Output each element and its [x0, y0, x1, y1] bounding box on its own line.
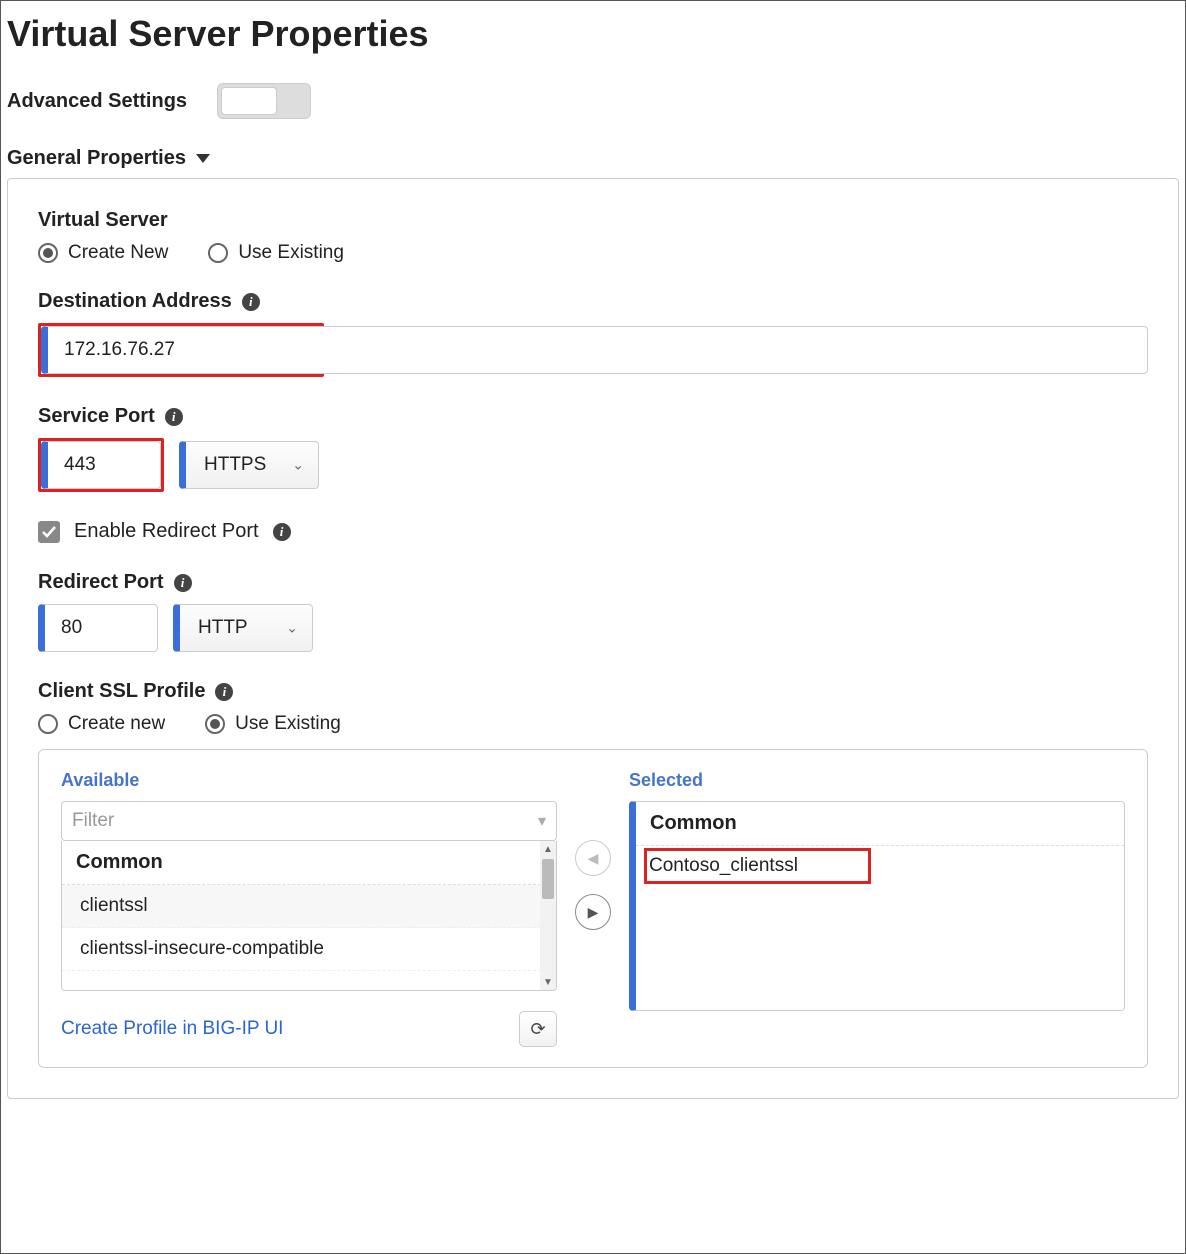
vs-use-existing-radio[interactable]: Use Existing [208, 242, 344, 264]
ssl-create-label: Create new [68, 713, 165, 735]
enable-redirect-port-label: Enable Redirect Port [74, 520, 259, 543]
list-item[interactable]: clientssl [62, 885, 556, 928]
destination-address-input-ext[interactable] [321, 326, 1148, 374]
selected-group-header: Common [636, 802, 1124, 846]
filter-icon: ▾ [538, 811, 546, 831]
scroll-down-icon[interactable]: ▼ [540, 974, 556, 990]
info-icon[interactable]: i [165, 408, 183, 426]
selected-title: Selected [629, 770, 1125, 791]
redirect-port-label: Redirect Port [38, 571, 164, 594]
destination-address-value: 172.16.76.27 [64, 339, 175, 361]
available-list[interactable]: Common clientssl clientssl-insecure-comp… [61, 841, 557, 991]
enable-redirect-port-checkbox[interactable] [38, 521, 60, 543]
vs-label-text: Virtual Server [38, 209, 168, 232]
service-port-protocol-select[interactable]: HTTPS ⌄ [179, 441, 319, 489]
chevron-down-icon [196, 154, 210, 163]
chevron-down-icon: ⌄ [292, 457, 304, 474]
radio-icon [38, 714, 58, 734]
check-icon [41, 524, 57, 540]
ssl-existing-label: Use Existing [235, 713, 341, 735]
redirect-port-value: 80 [61, 617, 82, 639]
scroll-thumb[interactable] [542, 859, 554, 899]
selected-list[interactable]: Common Contoso_clientssl [629, 801, 1125, 1011]
filter-placeholder: Filter [72, 810, 114, 832]
destination-address-input-highlighted[interactable]: 172.16.76.27 [41, 326, 321, 374]
redirect-port-protocol-value: HTTP [198, 617, 248, 639]
ssl-use-existing-radio[interactable]: Use Existing [205, 713, 341, 735]
service-port-highlight: 443 [38, 438, 164, 492]
service-port-value: 443 [64, 454, 96, 476]
radio-icon [205, 714, 225, 734]
ssl-create-new-radio[interactable]: Create new [38, 713, 165, 735]
advanced-settings-toggle[interactable] [217, 83, 311, 119]
radio-icon [208, 243, 228, 263]
move-left-button[interactable]: ◀ [575, 840, 611, 876]
chevron-down-icon: ⌄ [286, 620, 298, 637]
scrollbar[interactable]: ▲ ▼ [540, 841, 556, 990]
list-item[interactable]: clientssl-insecure-compatible [62, 928, 556, 971]
info-icon[interactable]: i [273, 523, 291, 541]
available-title: Available [61, 770, 557, 791]
virtual-server-label: Virtual Server [38, 209, 1148, 232]
vs-create-new-radio[interactable]: Create New [38, 242, 168, 264]
create-profile-link[interactable]: Create Profile in BIG-IP UI [61, 1018, 283, 1040]
redirect-port-input[interactable]: 80 [38, 604, 158, 652]
selected-item-highlight: Contoso_clientssl [644, 848, 871, 884]
general-properties-header[interactable]: General Properties [7, 147, 1179, 170]
info-icon[interactable]: i [174, 574, 192, 592]
destination-address-highlight: 172.16.76.27 [38, 323, 324, 377]
service-port-input[interactable]: 443 [41, 441, 161, 489]
info-icon[interactable]: i [215, 683, 233, 701]
info-icon[interactable]: i [242, 293, 260, 311]
scroll-up-icon[interactable]: ▲ [540, 841, 556, 857]
refresh-button[interactable]: ⟳ [519, 1011, 557, 1047]
vs-existing-label: Use Existing [238, 242, 344, 264]
client-ssl-profile-label: Client SSL Profile [38, 680, 205, 703]
general-properties-panel: Virtual Server Create New Use Existing D… [7, 178, 1179, 1099]
arrow-left-icon: ◀ [588, 850, 599, 867]
page-title: Virtual Server Properties [7, 13, 1179, 55]
radio-icon [38, 243, 58, 263]
vs-create-label: Create New [68, 242, 168, 264]
arrow-right-icon: ▶ [588, 904, 599, 921]
available-filter-input[interactable]: Filter ▾ [61, 801, 557, 841]
move-right-button[interactable]: ▶ [575, 894, 611, 930]
available-group-header: Common [62, 841, 556, 885]
advanced-settings-label: Advanced Settings [7, 90, 187, 113]
list-item[interactable]: Contoso_clientssl [649, 855, 798, 876]
service-port-label: Service Port [38, 405, 155, 428]
redirect-port-protocol-select[interactable]: HTTP ⌄ [173, 604, 313, 652]
destination-address-label: Destination Address [38, 290, 232, 313]
service-port-protocol-value: HTTPS [204, 454, 266, 476]
section-header-label: General Properties [7, 147, 186, 170]
refresh-icon: ⟳ [530, 1019, 545, 1040]
ssl-profile-box: Available Filter ▾ Common clientssl clie… [38, 749, 1148, 1068]
